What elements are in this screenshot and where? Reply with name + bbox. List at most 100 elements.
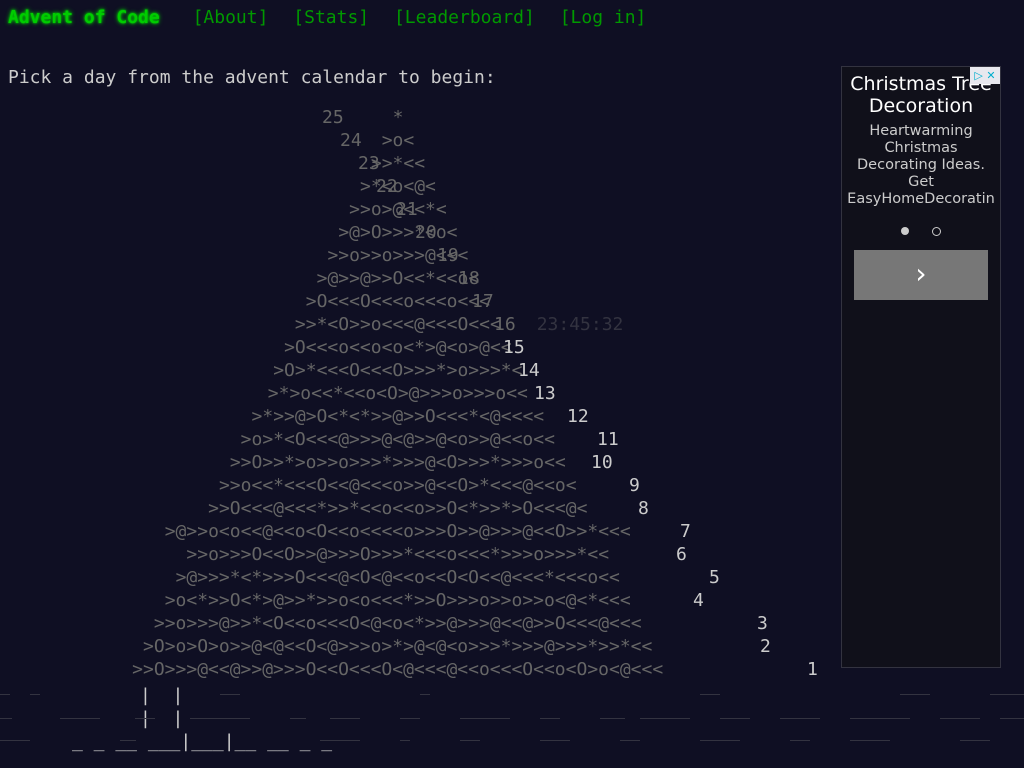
calendar-day-3[interactable]: >>o>>>@>>*<O<<o<<<O<@<o<*>>@>>>@<<@>>O<<… <box>154 612 642 635</box>
tree-trunk: | | <box>140 685 184 706</box>
calendar-day-20: >@>O>>>*<o< <box>338 221 457 244</box>
calendar-day-number: 22 <box>376 176 398 197</box>
ground-decoration <box>420 694 430 695</box>
ad-close-icon[interactable]: ▷ ✕ <box>970 67 1000 84</box>
ad-dot-active-icon[interactable] <box>900 227 909 235</box>
sponsor-ad[interactable]: ▷ ✕ Christmas Tree Decoration Heartwarmi… <box>841 66 1001 668</box>
calendar-art: >>O>>*>o>>o>>>*>>>@<O>>>*>>>o<< <box>229 452 566 473</box>
calendar-art: >@>>@>>O<<*<<o< <box>316 268 480 289</box>
tree-ground: | | | | _ _ __ ___|___|__ __ _ _ <box>0 684 1024 768</box>
calendar-day-number[interactable]: 15 <box>503 336 525 359</box>
calendar-art: >*>>@>O<*<*>>@>>O<<<*<@<<<< <box>251 406 545 427</box>
ground-decoration <box>120 740 136 741</box>
ad-dot-inactive-icon[interactable] <box>932 226 942 236</box>
ground-decoration <box>540 718 560 719</box>
calendar-day-6[interactable]: >>o>>>O<<O>>@>>>O>>>*<<<o<<<*>>>o>>>*<< <box>186 543 609 566</box>
ground-decoration <box>0 694 10 695</box>
nav-leaderboard-link[interactable]: [Leaderboard] <box>394 7 535 28</box>
calendar-day-number[interactable]: 4 <box>693 589 704 612</box>
calendar-day-11[interactable]: >o>*<O<<<@>>>@<@>>@<o>>@<<o<< <box>241 428 555 451</box>
ground-decoration <box>190 718 250 719</box>
ground-decoration <box>290 718 306 719</box>
tree-base: _ _ __ ___|___|__ __ _ _ <box>72 731 333 752</box>
calendar-day-number[interactable]: 3 <box>757 612 768 635</box>
calendar-day-number[interactable]: 10 <box>591 451 613 474</box>
calendar-art: >@>O>>>*<o< <box>338 222 458 243</box>
calendar-day-number: 20 <box>415 222 437 243</box>
nav-stats-link[interactable]: [Stats] <box>293 7 369 28</box>
ground-decoration <box>135 718 155 719</box>
calendar-art: >@>>>*<*>>>O<<<@<O<@<<o<<O<O<<@<<<*<<<o<… <box>175 567 620 588</box>
calendar-day-number[interactable]: 7 <box>680 520 691 543</box>
calendar-art: >o<*>>O<*>@>>*>>o<o<<<*>>O>>>o>>o>>o<@<*… <box>164 590 631 611</box>
calendar-day-number[interactable]: 14 <box>518 359 540 382</box>
ad-text: Heartwarming Christmas Decorating Ideas.… <box>847 123 995 207</box>
calendar-day-number: 21 <box>396 199 418 220</box>
ground-decoration <box>60 718 100 719</box>
calendar-day-17: >O<<<O<<<o<<<o<<< <box>306 290 490 313</box>
calendar-day-number: 19 <box>437 245 459 266</box>
calendar-day-1[interactable]: >>O>>>@<<@>>@>>>O<<O<<<O<@<<<@<<o<<<O<<o… <box>132 658 663 681</box>
calendar-day-number[interactable]: 8 <box>638 497 649 520</box>
ground-decoration <box>30 694 40 695</box>
calendar-day-number[interactable]: 2 <box>760 635 771 658</box>
site-title-link[interactable]: Advent of Code <box>8 7 160 28</box>
calendar-day-18: >@>>@>>O<<*<<o< <box>317 267 480 290</box>
calendar-art: * <box>392 107 404 128</box>
ground-decoration <box>940 718 980 719</box>
calendar-day-number[interactable]: 6 <box>676 543 687 566</box>
calendar-art: >@>>o<o<<@<<o<O<<o<<<<o>>>O>>@>>>@<<O>>*… <box>164 521 631 542</box>
calendar-art: >O>o>O>o>>@<@<<O<@>>>o>*>@<@<o>>>*>>>@>>… <box>143 636 653 657</box>
nav-about-link[interactable]: [About] <box>193 7 269 28</box>
countdown-timer: 23:45:32 <box>536 314 624 335</box>
calendar-day-number: 16 <box>494 314 516 335</box>
calendar-day-14[interactable]: >O>*<<<O<<<O>>>*>o>>>*< <box>273 359 522 382</box>
calendar-day-24: >o< <box>382 129 415 152</box>
ground-decoration <box>850 740 890 741</box>
ground-decoration <box>320 740 360 741</box>
ground-decoration <box>460 740 480 741</box>
calendar-art: >>o>>>O<<O>>@>>>O>>>*<<<o<<<*>>>o>>>*<< <box>186 544 610 565</box>
calendar-day-2[interactable]: >O>o>O>o>>@<@<<O<@>>>o>*>@<@<o>>>*>>>@>>… <box>143 635 652 658</box>
calendar-day-number[interactable]: 1 <box>807 658 818 681</box>
ground-decoration <box>330 718 360 719</box>
ground-decoration <box>620 740 640 741</box>
ground-decoration <box>780 718 820 719</box>
ground-decoration <box>0 740 30 741</box>
calendar-day-number[interactable]: 11 <box>597 428 619 451</box>
ground-decoration <box>850 718 910 719</box>
calendar-day-7[interactable]: >@>>o<o<<@<<o<O<<o<<<<o>>>O>>@>>>@<<O>>*… <box>165 520 631 543</box>
calendar-day-15[interactable]: >O<<<o<<o<o<*>@<o>@<< <box>284 336 512 359</box>
calendar-day-number: 18 <box>458 268 480 289</box>
calendar-art: >*>o<<*<<o<O>@>>>o>>>o<< <box>267 383 528 404</box>
nav-login-link[interactable]: [Log in] <box>560 7 647 28</box>
ground-decoration <box>960 740 990 741</box>
calendar-day-number: 25 <box>322 107 344 128</box>
ground-decoration <box>400 718 420 719</box>
calendar-day-12[interactable]: >*>>@>O<*<*>>@>>O<<<*<@<<<< <box>252 405 545 428</box>
calendar-day-5[interactable]: >@>>>*<*>>>O<<<@<O<@<<o<<O<O<<@<<<*<<<o<… <box>176 566 620 589</box>
calendar-day-number[interactable]: 9 <box>629 474 640 497</box>
calendar-day-4[interactable]: >o<*>>O<*>@>>*>>o<o<<<*>>O>>>o>>o>>o<@<*… <box>165 589 631 612</box>
calendar-art: >*<o<@< <box>360 176 436 197</box>
calendar-art: >>O<<<@<<<*>>*<<o<<o>>O<*>>*>O<<<@< <box>208 498 588 519</box>
calendar-day-number: 24 <box>340 130 362 151</box>
ground-decoration <box>640 718 690 719</box>
ground-decoration <box>540 740 570 741</box>
calendar-day-8[interactable]: >>O<<<@<<<*>>*<<o<<o>>O<*>>*>O<<<@< <box>208 497 587 520</box>
calendar-day-number[interactable]: 13 <box>534 382 556 405</box>
site-header: Advent of Code [About] [Stats] [Leaderbo… <box>8 7 660 33</box>
calendar-day-9[interactable]: >>o<<*<<<O<<@<<<o>>@<<O>*<<<@<<o< <box>219 474 577 497</box>
calendar-day-number[interactable]: 5 <box>709 566 720 589</box>
calendar-day-25: * <box>393 106 404 129</box>
calendar-day-16: >>*<O>>o<<<@<<<O<<< <box>295 313 501 336</box>
ad-next-button[interactable]: › <box>854 250 988 300</box>
calendar-art: >O>*<<<O<<<O>>>*>o>>>*< <box>273 360 523 381</box>
intro-text: Pick a day from the advent calendar to b… <box>8 67 496 88</box>
calendar-day-10[interactable]: >>O>>*>o>>o>>>*>>>@<O>>>*>>>o<< <box>230 451 566 474</box>
ground-decoration <box>400 740 410 741</box>
calendar-day-13[interactable]: >*>o<<*<<o<O>@>>>o>>>o<< <box>268 382 528 405</box>
ground-decoration <box>790 740 810 741</box>
calendar-art: >O<<<o<<o<o<*>@<o>@<< <box>284 337 512 358</box>
calendar-day-number[interactable]: 12 <box>567 405 589 428</box>
